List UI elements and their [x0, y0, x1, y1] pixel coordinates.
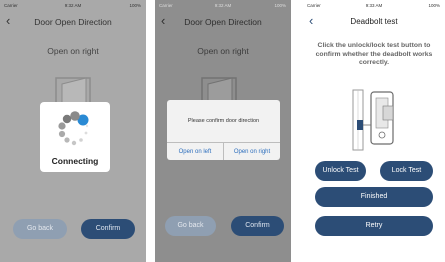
page-title: Door Open Direction	[34, 17, 112, 27]
status-bar: Carrier 9:32 AM 100%	[155, 0, 291, 11]
status-time: 9:32 AM	[64, 3, 82, 8]
confirm-direction-dialog: Please confirm door direction Open on le…	[167, 100, 280, 160]
status-bar: Carrier 9:33 AM 100%	[303, 0, 445, 11]
retry-button[interactable]: Retry	[315, 216, 433, 236]
go-back-button[interactable]: Go back	[165, 216, 216, 236]
deadbolt-instruction: Click the unlock/lock test button to con…	[315, 42, 433, 66]
nav-bar: ‹ Door Open Direction	[0, 11, 146, 33]
nav-bar: ‹ Deadbolt test	[303, 11, 445, 33]
battery-label: 100%	[274, 3, 286, 8]
smart-lock-illustration	[352, 89, 394, 151]
door-direction-heading: Open on right	[47, 46, 99, 56]
screen-deadbolt-test: Carrier 9:33 AM 100% ‹ Deadbolt test Cli…	[303, 0, 445, 262]
confirm-button[interactable]: Confirm	[231, 216, 284, 236]
go-back-button[interactable]: Go back	[13, 219, 67, 239]
confirm-button[interactable]: Confirm	[81, 219, 135, 239]
finished-button[interactable]: Finished	[315, 187, 433, 207]
nav-bar: ‹ Door Open Direction	[155, 11, 291, 33]
status-bar: Carrier 9:32 AM 100%	[0, 0, 146, 11]
page-title: Deadbolt test	[350, 17, 398, 26]
open-on-right-button[interactable]: Open on right	[224, 143, 280, 160]
spinner-icon	[58, 111, 89, 146]
dialog-message: Please confirm door direction	[187, 118, 260, 124]
battery-label: 100%	[428, 3, 440, 8]
status-time: 9:32 AM	[214, 3, 232, 8]
open-on-left-button[interactable]: Open on left	[167, 143, 224, 160]
battery-label: 100%	[129, 3, 141, 8]
lock-test-button[interactable]: Lock Test	[380, 161, 433, 181]
unlock-test-button[interactable]: Unlock Test	[315, 161, 366, 181]
screen-confirm-direction: Carrier 9:32 AM 100% ‹ Door Open Directi…	[155, 0, 291, 262]
door-direction-heading: Open on right	[197, 46, 249, 56]
screen-connecting: Carrier 9:32 AM 100% ‹ Door Open Directi…	[0, 0, 146, 262]
loading-dialog: Connecting	[40, 102, 110, 172]
dialog-actions: Open on left Open on right	[167, 142, 280, 160]
page-title: Door Open Direction	[184, 17, 262, 27]
connecting-label: Connecting	[51, 156, 99, 166]
status-time: 9:33 AM	[365, 3, 383, 8]
